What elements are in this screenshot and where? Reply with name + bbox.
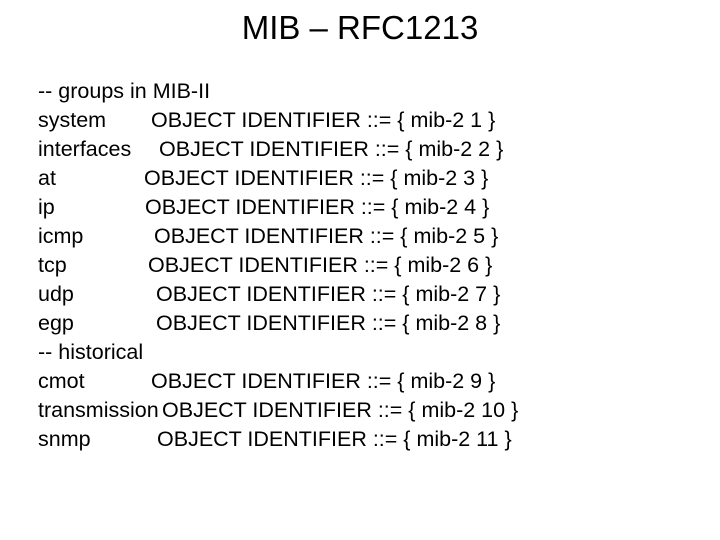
mib-group-line: icmp OBJECT IDENTIFIER ::= { mib-2 5 } bbox=[38, 222, 698, 251]
mib-groups-listing: -- groups in MIB-II system OBJECT IDENTIFI… bbox=[38, 77, 698, 454]
mib-group-name: system bbox=[38, 108, 107, 132]
page-title: MIB – RFC1213 bbox=[241, 9, 479, 46]
mib-group-line: egp OBJECT IDENTIFIER ::= { mib-2 8 } bbox=[38, 309, 698, 338]
mib-group-line: tcp OBJECT IDENTIFIER ::= { mib-2 6 } bbox=[38, 251, 698, 280]
mib-group-name: ip bbox=[38, 195, 55, 219]
mib-group-name: snmp bbox=[38, 427, 91, 451]
comment-text: -- groups in MIB-II bbox=[38, 79, 211, 103]
mib-group-line: at OBJECT IDENTIFIER ::= { mib-2 3 } bbox=[38, 164, 698, 193]
mib-group-line: interfaces OBJECT IDENTIFIER ::= { mib-2 … bbox=[38, 135, 698, 164]
mib-group-declaration: OBJECT IDENTIFIER ::= { mib-2 1 } bbox=[151, 108, 496, 132]
mib-group-name: egp bbox=[38, 311, 74, 335]
mib-group-name: tcp bbox=[38, 253, 67, 277]
mib-group-line: transmission OBJECT IDENTIFIER ::= { mib-… bbox=[38, 396, 698, 425]
mib-group-name: icmp bbox=[38, 224, 84, 248]
comment-text: -- historical bbox=[38, 340, 144, 364]
mib-group-name: transmission bbox=[38, 398, 159, 422]
mib-group-declaration: OBJECT IDENTIFIER ::= { mib-2 10 } bbox=[162, 398, 519, 422]
mib-group-line: snmp OBJECT IDENTIFIER ::= { mib-2 11 } bbox=[38, 425, 698, 454]
mib-group-name: at bbox=[38, 166, 56, 190]
mib-group-name: cmot bbox=[38, 369, 85, 393]
mib-group-line: ip OBJECT IDENTIFIER ::= { mib-2 4 } bbox=[38, 193, 698, 222]
mib-group-line: system OBJECT IDENTIFIER ::= { mib-2 1 } bbox=[38, 106, 698, 135]
mib-group-declaration: OBJECT IDENTIFIER ::= { mib-2 3 } bbox=[144, 166, 489, 190]
mib-group-name: interfaces bbox=[38, 137, 132, 161]
mib-group-declaration: OBJECT IDENTIFIER ::= { mib-2 8 } bbox=[156, 311, 501, 335]
mib-group-line: udp OBJECT IDENTIFIER ::= { mib-2 7 } bbox=[38, 280, 698, 309]
mib-group-declaration: OBJECT IDENTIFIER ::= { mib-2 7 } bbox=[156, 282, 501, 306]
mib-group-declaration: OBJECT IDENTIFIER ::= { mib-2 4 } bbox=[145, 195, 490, 219]
mib-group-declaration: OBJECT IDENTIFIER ::= { mib-2 11 } bbox=[157, 427, 512, 451]
mib-group-declaration: OBJECT IDENTIFIER ::= { mib-2 9 } bbox=[151, 369, 496, 393]
slide: MIB – RFC1213 -- groups in MIB-II system O… bbox=[0, 0, 720, 540]
mib-group-line: cmot OBJECT IDENTIFIER ::= { mib-2 9 } bbox=[38, 367, 698, 396]
comment-line: -- historical bbox=[38, 338, 698, 367]
mib-group-name: udp bbox=[38, 282, 74, 306]
comment-line: -- groups in MIB-II bbox=[38, 77, 698, 106]
mib-group-declaration: OBJECT IDENTIFIER ::= { mib-2 6 } bbox=[148, 253, 493, 277]
mib-group-declaration: OBJECT IDENTIFIER ::= { mib-2 5 } bbox=[154, 224, 499, 248]
mib-group-declaration: OBJECT IDENTIFIER ::= { mib-2 2 } bbox=[159, 137, 504, 161]
